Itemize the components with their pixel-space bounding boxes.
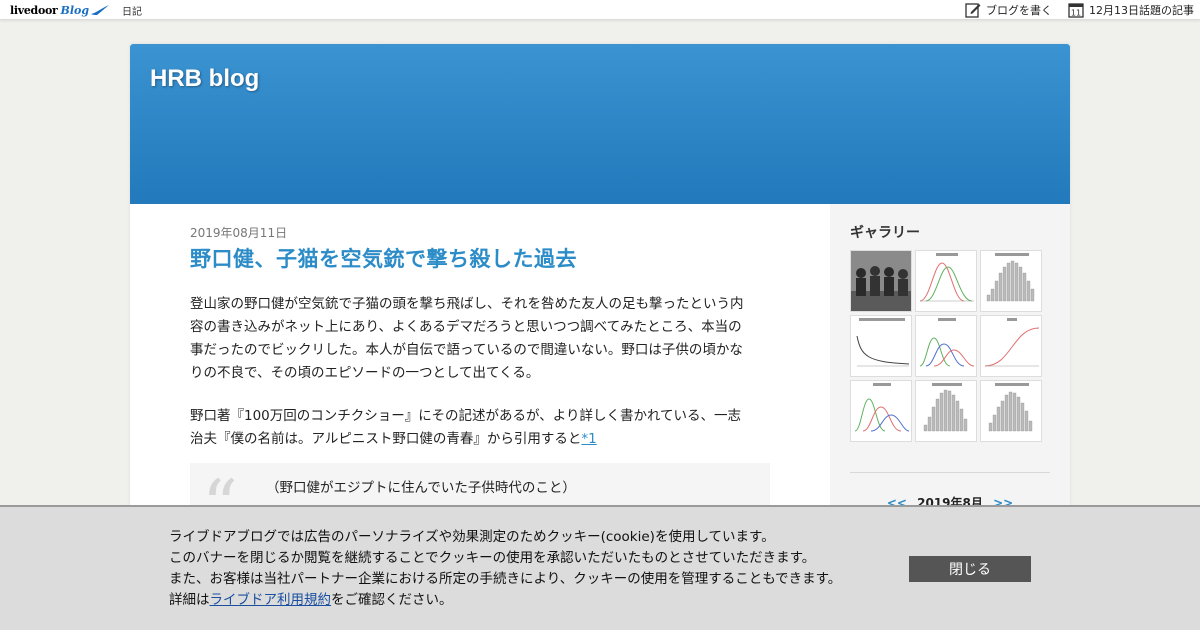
- gallery-thumbnail[interactable]: [980, 315, 1042, 377]
- chart-thumbnail-image: [984, 318, 1040, 367]
- top-right-links: ブログを書く 11 12月13日話題の記事: [949, 0, 1194, 20]
- terms-of-use-link[interactable]: ライブドア利用規約: [210, 592, 332, 608]
- paragraph-line: りの不良で、その頃のエピソードの一つとして出てくる。: [190, 365, 540, 381]
- chart-thumbnail-image: [923, 383, 968, 432]
- blog-category-link[interactable]: 日記: [122, 3, 142, 18]
- post-date: 2019年08月11日: [190, 226, 288, 240]
- quote-line: （野口健がエジプトに住んでいた子供時代のこと）: [266, 480, 576, 496]
- chart-thumbnail-image: [988, 383, 1033, 432]
- cookie-notice-text: ライブドアブログでは広告のパーソナライズや効果測定のためクッキー(cookie)…: [169, 527, 841, 611]
- paragraph-line: 治夫『僕の名前は。アルピニスト野口健の青春』から引用すると*1: [190, 428, 770, 451]
- paragraph-line: 容の書き込みがネット上にあり、よくあるデマだろうと思いつつ調べてみたところ、本当…: [190, 319, 742, 335]
- logo-blog-text: Blog: [60, 3, 90, 17]
- paragraph-text: 治夫『僕の名前は。アルピニスト野口健の青春』から引用すると: [190, 431, 582, 447]
- write-blog-label: ブログを書く: [986, 4, 1052, 17]
- gallery-thumbnail[interactable]: [915, 315, 977, 377]
- cookie-line: このバナーを閉じるか閲覧を継続することでクッキーの使用を承認いただいたものとさせ…: [169, 550, 816, 566]
- post-title[interactable]: 野口健、子猫を空気銃で撃ち殺した過去: [190, 243, 770, 273]
- article-paragraph-1: 登山家の野口健が空気銃で子猫の頭を撃ち飛ばし、それを咎めた友人の足も撃ったという…: [190, 293, 770, 385]
- photo-thumbnail-image: [851, 251, 911, 311]
- cookie-line-prefix: 詳細は: [169, 592, 210, 608]
- gallery-heading: ギャラリー: [850, 225, 920, 241]
- calendar-icon: 11: [1068, 3, 1084, 18]
- gallery-thumbnail[interactable]: [850, 250, 912, 312]
- footnote-link[interactable]: *1: [581, 431, 596, 447]
- livedoor-blog-logo[interactable]: livedoor Blog: [10, 2, 110, 18]
- sidebar-divider: [850, 472, 1050, 473]
- cookie-line: ライブドアブログでは広告のパーソナライズや効果測定のためクッキー(cookie)…: [169, 529, 775, 545]
- calendar-day-number: 11: [1071, 9, 1081, 18]
- blog-title[interactable]: HRB blog: [150, 65, 259, 93]
- gallery-thumbnail[interactable]: [980, 380, 1042, 442]
- write-pencil-icon: [965, 3, 981, 18]
- gallery-thumbnail[interactable]: [850, 315, 912, 377]
- trending-articles-label: 12月13日話題の記事: [1089, 4, 1194, 17]
- chart-thumbnail-image: [986, 253, 1035, 302]
- logo-livedoor-text: livedoor: [10, 3, 58, 17]
- trending-articles-link[interactable]: 11 12月13日話題の記事: [1068, 2, 1194, 18]
- write-blog-link[interactable]: ブログを書く: [965, 2, 1052, 18]
- top-navigation-bar: livedoor Blog 日記 ブログを書く 11 12月13日話題の記事: [0, 0, 1200, 20]
- gallery-thumbnail[interactable]: [850, 380, 912, 442]
- article: 2019年08月11日 野口健、子猫を空気銃で撃ち殺した過去 登山家の野口健が空…: [190, 224, 770, 583]
- paragraph-line: 登山家の野口健が空気銃で子猫の頭を撃ち飛ばし、それを咎めた友人の足も撃ったという…: [190, 296, 744, 312]
- cookie-line: 詳細はライブドア利用規約をご確認ください。: [169, 590, 841, 611]
- paragraph-line: 野口著『100万回のコンチクショー』にその記述があるが、より詳しく書かれている、…: [190, 408, 742, 424]
- gallery-thumbnail[interactable]: [980, 250, 1042, 312]
- chart-thumbnail-image: [854, 383, 910, 432]
- blog-header: HRB blog: [130, 44, 1070, 204]
- chart-thumbnail-image: [919, 253, 974, 302]
- article-paragraph-2: 野口著『100万回のコンチクショー』にその記述があるが、より詳しく書かれている、…: [190, 405, 770, 451]
- paragraph-line: 事だったのでビックリした。本人が自伝で語っているので間違いない。野口は子供の頃か…: [190, 342, 743, 358]
- cookie-close-button[interactable]: 閉じる: [909, 556, 1031, 582]
- gallery-grid: [850, 250, 1044, 442]
- gallery-thumbnail[interactable]: [915, 380, 977, 442]
- cookie-line: また、お客様は当社パートナー企業における所定の手続きにより、クッキーの使用を管理…: [169, 571, 842, 587]
- gallery-thumbnail[interactable]: [915, 250, 977, 312]
- cookie-consent-banner: ライブドアブログでは広告のパーソナライズや効果測定のためクッキー(cookie)…: [0, 505, 1200, 630]
- chart-thumbnail-image: [919, 318, 975, 367]
- cookie-line-suffix: をご確認ください。: [331, 592, 453, 608]
- bird-logo-icon: [91, 5, 110, 15]
- chart-thumbnail-image: [856, 318, 910, 367]
